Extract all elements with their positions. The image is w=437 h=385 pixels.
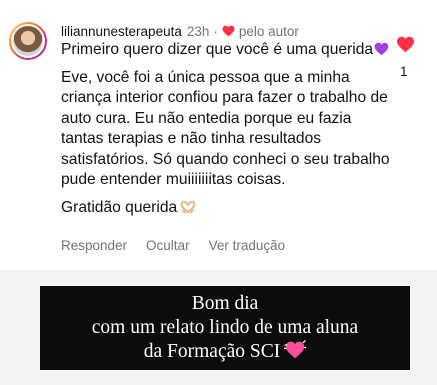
- like-heart-icon[interactable]: [396, 36, 415, 53]
- reply-button[interactable]: Responder: [61, 238, 127, 253]
- comment-card: liliannunesterapeuta 23h · pelo autor Pr…: [0, 0, 437, 270]
- comment-header: liliannunesterapeuta 23h · pelo autor: [61, 22, 299, 40]
- avatar-ring: [11, 24, 45, 58]
- comment-paragraph-3: Gratidão querida: [61, 198, 391, 219]
- author-tag: pelo autor: [238, 23, 299, 39]
- banner-line-2: com um relato lindo de uma aluna: [91, 317, 359, 338]
- purple-heart-icon: [374, 42, 389, 56]
- banner-line-3: da Formação SCI: [143, 341, 281, 362]
- heart-icon: [222, 25, 235, 37]
- like-count: 1: [400, 64, 408, 79]
- username[interactable]: liliannunesterapeuta: [61, 24, 182, 39]
- pink-heart-icon: [284, 340, 307, 359]
- comment-time: 23h: [186, 23, 210, 39]
- paragraph-1-text: Primeiro quero dizer que você é uma quer…: [61, 41, 374, 58]
- avatar[interactable]: [9, 22, 47, 60]
- hide-button[interactable]: Ocultar: [146, 238, 190, 253]
- comment-actions: Responder Ocultar Ver tradução: [61, 238, 304, 253]
- banner-line-1: Bom dia: [191, 293, 259, 314]
- comment-paragraph-1: Primeiro quero dizer que você é uma quer…: [61, 40, 391, 61]
- paragraph-3-text: Gratidão querida: [61, 198, 178, 216]
- see-translation-button[interactable]: Ver tradução: [209, 238, 286, 253]
- banner-line-3-wrap: da Formação SCI: [40, 340, 410, 364]
- separator-dot: ·: [213, 23, 218, 39]
- heart-hands-icon: [180, 200, 196, 213]
- caption-banner: Bom dia com um relato lindo de uma aluna…: [40, 286, 410, 370]
- comment-body: Primeiro quero dizer que você é uma quer…: [61, 40, 391, 218]
- comment-paragraph-2: Eve, você foi a única pessoa que a minha…: [61, 68, 390, 189]
- avatar-photo: [13, 26, 43, 56]
